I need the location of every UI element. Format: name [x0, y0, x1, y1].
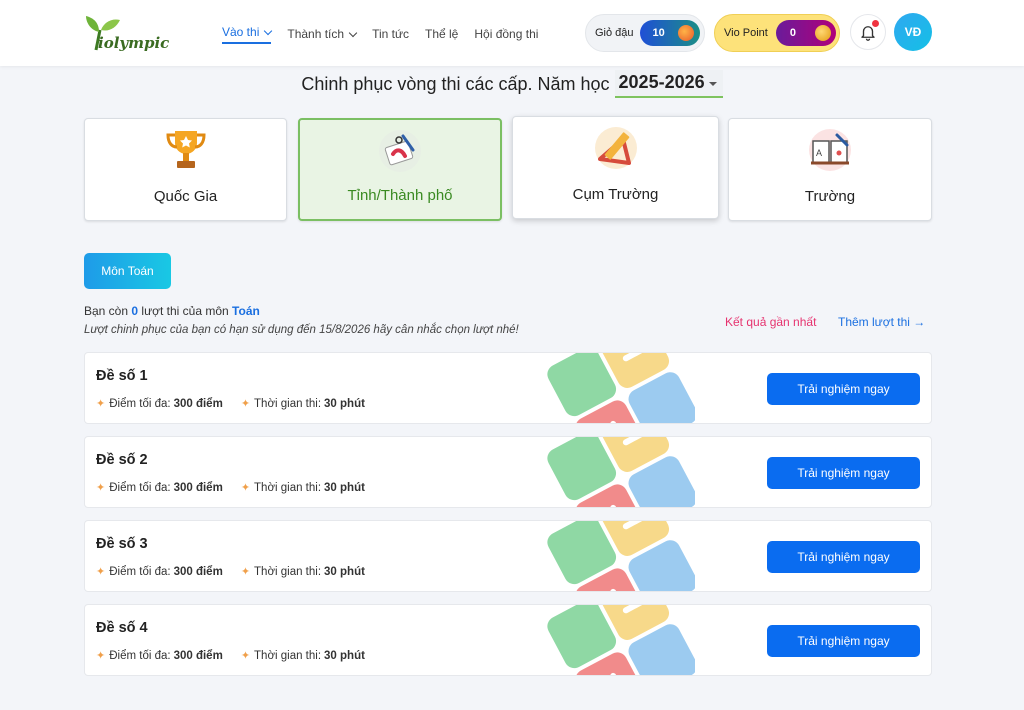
- add-turns-link[interactable]: Thêm lượt thi →: [838, 315, 925, 329]
- max-score-value: 300 điểm: [173, 565, 223, 578]
- nav-label: Vào thi: [222, 25, 260, 39]
- calculator-decoration-icon: [547, 353, 695, 423]
- exam-row: Đề số 4 ✦ Điểm tối đa: 300 điểm ✦ Thời gi…: [84, 604, 932, 676]
- svg-text:A: A: [816, 148, 822, 158]
- vio-point-balance: 0: [775, 20, 836, 46]
- nav-tin-tuc[interactable]: Tin tức: [372, 24, 409, 44]
- try-now-button[interactable]: Trải nghiệm ngay: [767, 373, 920, 405]
- try-now-button[interactable]: Trải nghiệm ngay: [767, 625, 920, 657]
- exam-name: Đề số 2: [96, 452, 148, 468]
- duration-label: Thời gian thi:: [254, 649, 322, 662]
- coin-icon: [814, 25, 831, 41]
- max-score-label: Điểm tối đa:: [109, 649, 171, 662]
- sparkle-icon: ✦: [240, 482, 251, 494]
- vio-point-value: 0: [789, 27, 796, 39]
- nav-label: Thể lệ: [425, 27, 459, 41]
- expiry-notice: Lượt chinh phục của bạn có hạn sử dụng đ…: [84, 324, 519, 336]
- calculator-decoration-icon: [547, 605, 695, 675]
- duration-value: 30 phút: [324, 481, 365, 494]
- remaining-turns-text: Bạn còn 0 lượt thi của môn Toán: [84, 304, 260, 318]
- sparkle-icon: ✦: [96, 566, 106, 578]
- notification-dot: [872, 20, 879, 27]
- latest-result-link[interactable]: Kết quả gần nhất: [725, 315, 816, 329]
- page-title-text: Chinh phục vòng thi các cấp. Năm học: [301, 73, 610, 94]
- sparkle-icon: ✦: [240, 650, 251, 662]
- calculator-decoration-icon: [547, 521, 695, 591]
- level-label: Cụm Trường: [572, 186, 659, 203]
- duration-label: Thời gian thi:: [254, 397, 322, 410]
- level-label: Quốc Gia: [153, 188, 218, 205]
- nav-label: Hội đồng thi: [474, 27, 539, 41]
- school-year-select[interactable]: 2025-2026: [614, 70, 723, 98]
- duration-value: 30 phút: [324, 397, 365, 410]
- max-score-label: Điểm tối đa:: [109, 397, 171, 410]
- subject-math-button[interactable]: Môn Toán: [84, 253, 171, 289]
- remaining-middle: lượt thi của môn: [141, 304, 229, 318]
- max-score-value: 300 điểm: [173, 397, 223, 410]
- exam-name: Đề số 1: [96, 368, 148, 384]
- exam-name: Đề số 4: [96, 620, 148, 636]
- gio-dau-balance: 10: [639, 20, 700, 46]
- gio-dau-pill[interactable]: Giỏ đậu 10: [585, 14, 705, 52]
- exam-name: Đề số 3: [96, 536, 148, 552]
- notification-button[interactable]: [850, 14, 886, 50]
- sparkle-icon: ✦: [240, 398, 251, 410]
- exam-row: Đề số 3 ✦ Điểm tối đa: 300 điểm ✦ Thời gi…: [84, 520, 932, 592]
- calculator-decoration-icon: [547, 437, 695, 507]
- remaining-count: 0: [131, 304, 139, 318]
- exam-row: Đề số 1 ✦ Điểm tối đa: 300 điểm ✦ Thời gi…: [84, 352, 932, 424]
- nav-thanh-tich[interactable]: Thành tích: [287, 24, 358, 44]
- level-card-cum-truong[interactable]: Cụm Trường: [512, 116, 719, 219]
- mango-icon: [677, 25, 694, 41]
- exam-meta: ✦ Điểm tối đa: 300 điểm ✦ Thời gian thi: 3…: [96, 397, 365, 411]
- logo-text: iolympic: [98, 34, 170, 52]
- nav-the-le[interactable]: Thể lệ: [425, 24, 458, 44]
- duration-value: 30 phút: [324, 649, 365, 662]
- nav-hoi-dong-thi[interactable]: Hội đồng thi: [474, 24, 538, 44]
- max-score-value: 300 điểm: [173, 481, 223, 494]
- duration-value: 30 phút: [324, 565, 365, 578]
- max-score-label: Điểm tối đa:: [109, 481, 171, 494]
- try-now-button[interactable]: Trải nghiệm ngay: [767, 541, 920, 573]
- nav-vao-thi[interactable]: Vào thi: [222, 24, 273, 44]
- level-card-truong[interactable]: A Trường: [728, 118, 932, 221]
- sparkle-icon: ✦: [96, 482, 106, 494]
- sparkle-icon: ✦: [96, 398, 106, 410]
- page-title: Chinh phục vòng thi các cấp. Năm học 202…: [0, 70, 1024, 98]
- chevron-down-icon: [264, 26, 273, 35]
- exam-meta: ✦ Điểm tối đa: 300 điểm ✦ Thời gian thi: 3…: [96, 565, 365, 579]
- exam-row: Đề số 2 ✦ Điểm tối đa: 300 điểm ✦ Thời gi…: [84, 436, 932, 508]
- remaining-subject: Toán: [232, 304, 260, 318]
- exam-meta: ✦ Điểm tối đa: 300 điểm ✦ Thời gian thi: 3…: [96, 649, 365, 663]
- top-header: iolympic Vào thi Thành tích Tin tức Thể …: [0, 0, 1024, 66]
- level-card-quoc-gia[interactable]: Quốc Gia: [84, 118, 287, 221]
- vio-point-pill[interactable]: Vio Point 0: [714, 14, 840, 52]
- map-pen-icon: [379, 130, 421, 172]
- gio-dau-label: Giỏ đậu: [595, 27, 634, 39]
- nav-label: Tin tức: [372, 27, 409, 41]
- sparkle-icon: ✦: [96, 650, 106, 662]
- duration-label: Thời gian thi:: [254, 565, 322, 578]
- max-score-label: Điểm tối đa:: [109, 565, 171, 578]
- violympic-logo[interactable]: iolympic: [84, 12, 174, 54]
- nav-label: Thành tích: [287, 27, 345, 41]
- exam-meta: ✦ Điểm tối đa: 300 điểm ✦ Thời gian thi: 3…: [96, 481, 365, 495]
- book-icon: A: [809, 129, 851, 171]
- level-card-tinh-thanh-pho[interactable]: Tỉnh/Thành phố: [298, 118, 502, 221]
- gio-dau-value: 10: [652, 27, 665, 39]
- try-now-button[interactable]: Trải nghiệm ngay: [767, 457, 920, 489]
- vio-point-label: Vio Point: [724, 27, 768, 39]
- duration-label: Thời gian thi:: [254, 481, 322, 494]
- chevron-down-icon: [348, 28, 358, 37]
- level-label: Trường: [804, 188, 856, 205]
- remaining-prefix: Bạn còn: [84, 304, 129, 318]
- trophy-icon: [165, 131, 206, 168]
- sparkle-icon: ✦: [240, 566, 251, 578]
- ruler-triangle-icon: [594, 127, 637, 169]
- max-score-value: 300 điểm: [173, 649, 223, 662]
- main-nav: Vào thi Thành tích Tin tức Thể lệ Hội đồ…: [222, 24, 554, 44]
- user-avatar[interactable]: VĐ: [894, 13, 932, 51]
- level-label: Tỉnh/Thành phố: [347, 187, 453, 204]
